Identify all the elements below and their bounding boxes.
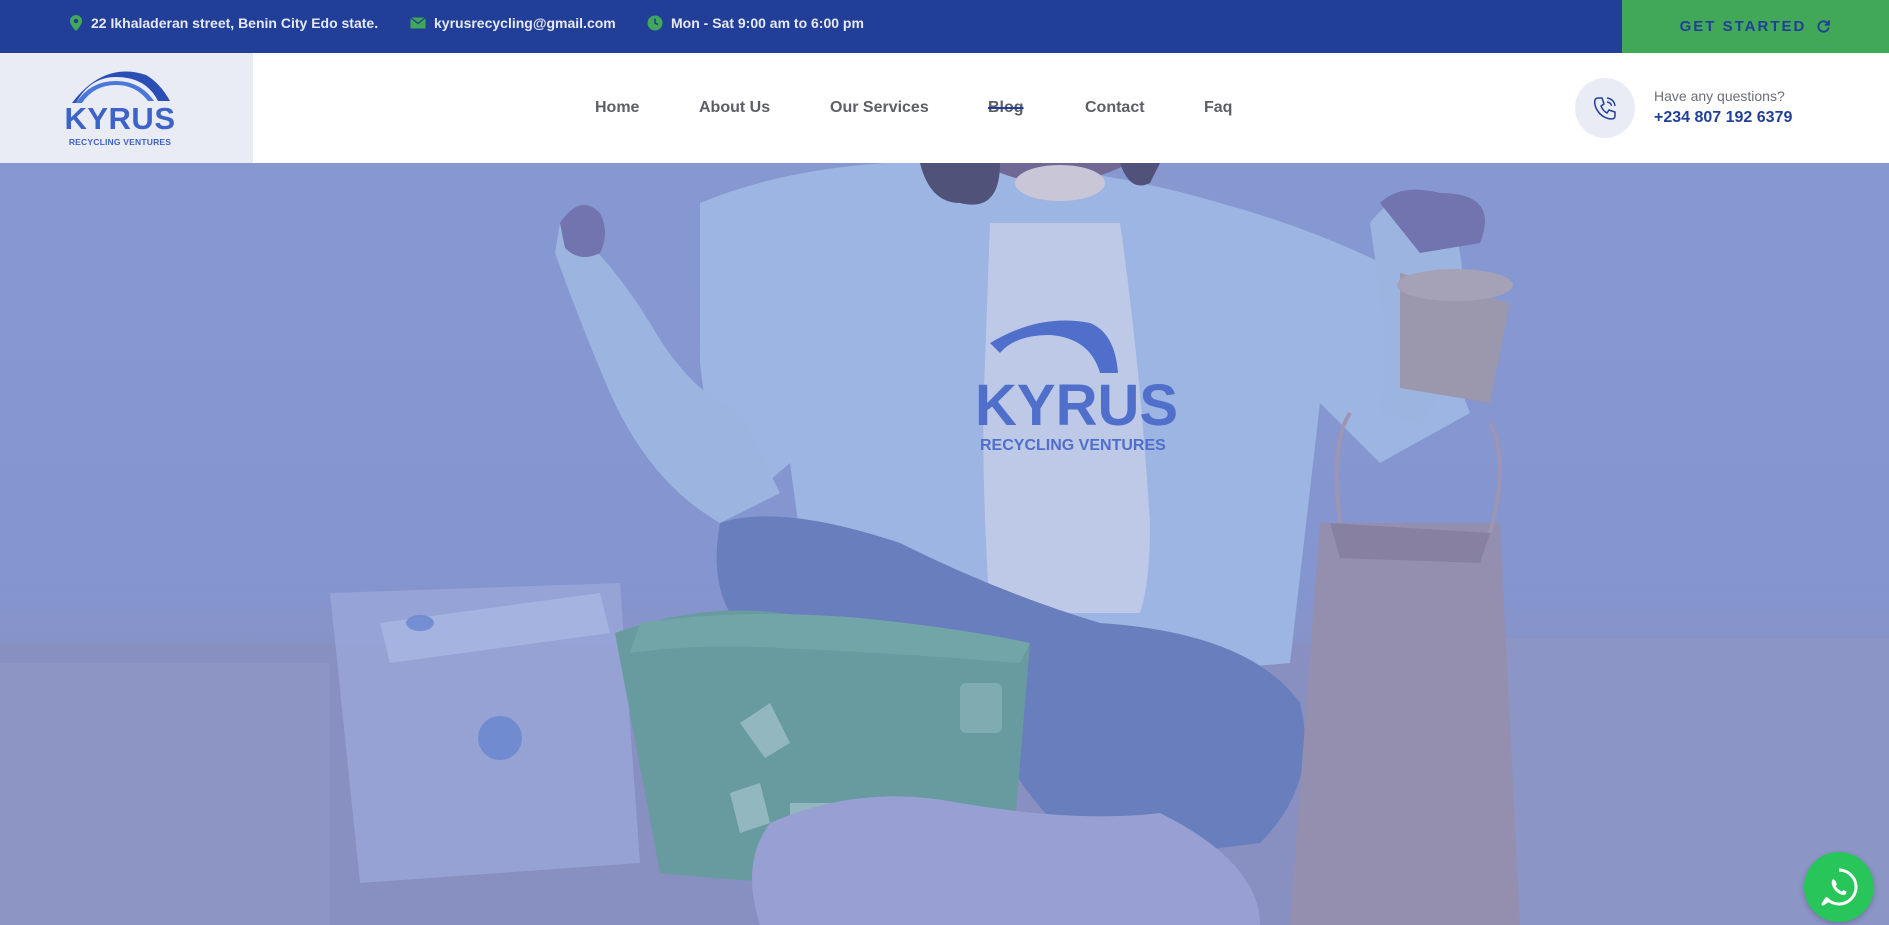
hours-text: Mon - Sat 9:00 am to 6:00 pm: [671, 15, 864, 31]
email-text[interactable]: kyrusrecycling@gmail.com: [434, 15, 616, 31]
mail-icon: [410, 17, 426, 29]
email-info[interactable]: kyrusrecycling@gmail.com: [410, 0, 616, 46]
hero-photo: KYRUS RECYCLING VENTURES: [0, 163, 1889, 925]
location-pin-icon: [70, 15, 82, 31]
kyrus-logo[interactable]: KYRUS RECYCLING VENTURES: [64, 67, 176, 149]
main-header: KYRUS RECYCLING VENTURES Home About Us O…: [0, 53, 1889, 163]
address-info: 22 Ikhaladeran street, Benin City Edo st…: [69, 0, 378, 46]
contact-question: Have any questions?: [1654, 88, 1785, 104]
logo-container[interactable]: KYRUS RECYCLING VENTURES: [0, 53, 253, 163]
get-started-label: GET STARTED: [1679, 18, 1807, 35]
nav-our-services[interactable]: Our Services: [830, 99, 929, 117]
nav-home[interactable]: Home: [595, 99, 639, 117]
logo-subtitle: RECYCLING VENTURES: [68, 137, 172, 147]
address-text: 22 Ikhaladeran street, Benin City Edo st…: [91, 15, 379, 31]
logo-wordmark: KYRUS: [64, 101, 176, 136]
top-info-bar: 22 Ikhaladeran street, Benin City Edo st…: [0, 0, 1889, 53]
get-started-button[interactable]: GET STARTED: [1622, 0, 1889, 53]
nav-about-us[interactable]: About Us: [699, 99, 770, 117]
clock-icon: [647, 15, 663, 31]
whatsapp-icon: [1821, 868, 1858, 906]
contact-phone-number[interactable]: +234 807 192 6379: [1654, 109, 1792, 127]
nav-contact[interactable]: Contact: [1085, 99, 1145, 117]
whatsapp-button[interactable]: [1804, 852, 1874, 922]
hero-banner: KYRUS RECYCLING VENTURES: [0, 163, 1889, 925]
phone-icon: [1593, 97, 1616, 120]
refresh-icon: [1817, 20, 1831, 33]
phone-icon-circle[interactable]: [1575, 78, 1635, 138]
nav-faq[interactable]: Faq: [1204, 99, 1232, 117]
nav-blog[interactable]: Blog: [988, 99, 1024, 117]
hours-info: Mon - Sat 9:00 am to 6:00 pm: [647, 0, 864, 46]
